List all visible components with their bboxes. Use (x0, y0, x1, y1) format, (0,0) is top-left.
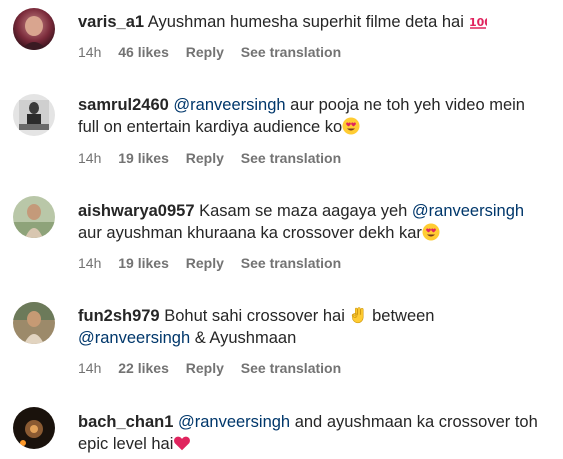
avatar-image (13, 407, 55, 449)
comment-body-continued: & Ayushmaan (194, 329, 297, 347)
avatar[interactable] (13, 8, 55, 50)
see-translation-button[interactable]: See translation (241, 255, 341, 271)
ok-hand-emoji (350, 306, 368, 324)
red-heart-emoji (173, 434, 191, 452)
avatar[interactable] (13, 196, 55, 238)
comment-meta: 14h 46 likes Reply See translation (78, 43, 354, 61)
comment-text: aishwarya0957 Kasam se maza aagaya yeh @… (78, 200, 549, 244)
comment-body: Bohut sahi crossover hai (164, 307, 345, 325)
comment-text: bach_chan1 @ranveersingh and ayushmaan k… (78, 411, 549, 455)
mention-link[interactable]: @ranveersingh (78, 329, 190, 347)
likes-count[interactable]: 19 likes (118, 255, 169, 271)
comment-meta: 14h 22 likes Reply See translation (78, 359, 354, 377)
comment-meta: 14h 19 likes Reply See translation (78, 149, 354, 167)
comment-text: fun2sh979 Bohut sahi crossover hai betwe… (78, 305, 549, 349)
comment-time: 14h (78, 44, 102, 60)
see-translation-button[interactable]: See translation (241, 360, 341, 376)
reply-button[interactable]: Reply (186, 44, 224, 60)
comment-body: Kasam se maza aagaya yeh (199, 202, 408, 220)
mention-link[interactable]: @ranveersingh (173, 96, 285, 114)
comment-body-middle: between (372, 307, 435, 325)
comment-meta: 14h 19 likes Reply See translation (78, 254, 354, 272)
hundred-points-emoji: 100 (469, 12, 487, 30)
reply-button[interactable]: Reply (186, 360, 224, 376)
comment-time: 14h (78, 360, 102, 376)
comment-username[interactable]: fun2sh979 (78, 307, 160, 325)
avatar-image (13, 196, 55, 238)
avatar-image (13, 94, 55, 136)
see-translation-button[interactable]: See translation (241, 150, 341, 166)
likes-count[interactable]: 22 likes (118, 360, 169, 376)
comment-username[interactable]: varis_a1 (78, 13, 144, 31)
comment-body-continued: aur ayushman khuraana ka crossover dekh … (78, 224, 422, 242)
svg-text:100: 100 (469, 16, 487, 29)
heart-eyes-emoji (422, 223, 440, 241)
avatar-image (13, 8, 55, 50)
comment-time: 14h (78, 255, 102, 271)
likes-count[interactable]: 46 likes (118, 44, 169, 60)
comment-text: samrul2460 @ranveersingh aur pooja ne to… (78, 94, 549, 138)
comment-username[interactable]: samrul2460 (78, 96, 169, 114)
reply-button[interactable]: Reply (186, 255, 224, 271)
heart-eyes-emoji (342, 117, 360, 135)
comments-list: varis_a1 Ayushman humesha superhit filme… (0, 0, 563, 459)
avatar[interactable] (13, 407, 55, 449)
mention-link[interactable]: @ranveersingh (412, 202, 524, 220)
comment-time: 14h (78, 150, 102, 166)
avatar-image (13, 302, 55, 344)
comment-body: Ayushman humesha superhit filme deta hai (147, 13, 464, 31)
reply-button[interactable]: Reply (186, 150, 224, 166)
comment-username[interactable]: aishwarya0957 (78, 202, 195, 220)
see-translation-button[interactable]: See translation (241, 44, 341, 60)
mention-link[interactable]: @ranveersingh (178, 413, 290, 431)
avatar[interactable] (13, 302, 55, 344)
likes-count[interactable]: 19 likes (118, 150, 169, 166)
comment-username[interactable]: bach_chan1 (78, 413, 173, 431)
comment-text: varis_a1 Ayushman humesha superhit filme… (78, 11, 549, 33)
avatar[interactable] (13, 94, 55, 136)
